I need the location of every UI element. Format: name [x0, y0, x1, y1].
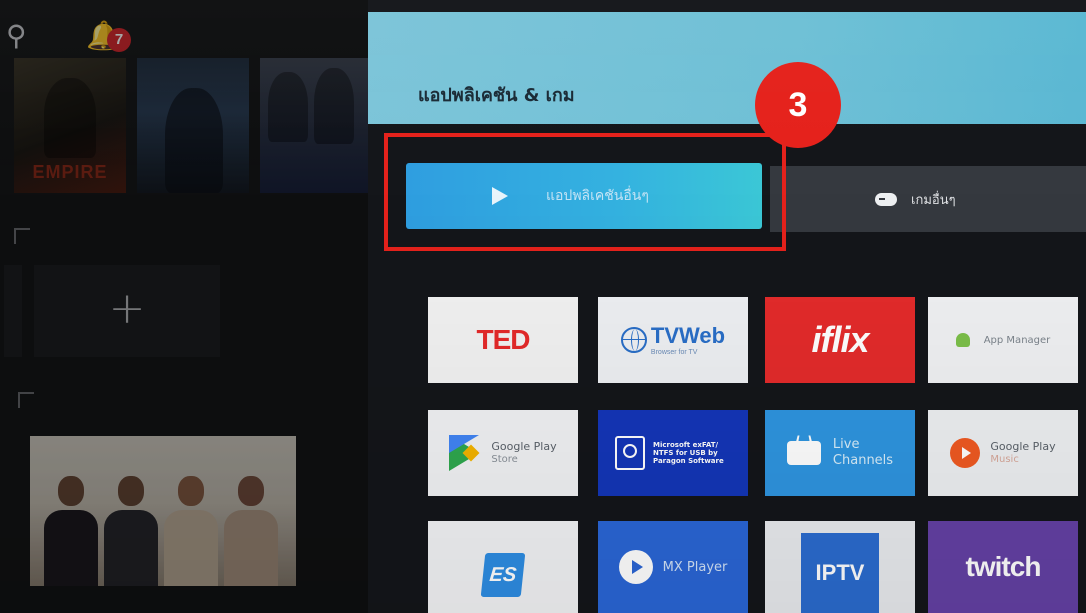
person-head [58, 476, 84, 506]
section-bracket [14, 228, 30, 244]
person [164, 476, 218, 586]
search-icon[interactable]: ⚲ [6, 22, 27, 50]
person [44, 476, 98, 586]
app-tile-tvweb[interactable]: TVWeb Browser for TV [598, 297, 748, 383]
app-label: TVWeb [650, 322, 726, 348]
app-tile-google-play-store[interactable]: Google Play Store [428, 410, 578, 496]
poster-figure [314, 68, 354, 144]
step-badge: 3 [755, 62, 841, 148]
app-tile-es-file-explorer[interactable]: ES [428, 521, 578, 613]
app-tile-google-play-music[interactable]: Google Play Music [928, 410, 1078, 496]
app-tile-app-manager[interactable]: App Manager [928, 297, 1078, 383]
app-label: Google Play [990, 440, 1056, 454]
app-text-group: Google Play Music [990, 440, 1055, 465]
person-head [178, 476, 204, 506]
app-tile-iflix[interactable]: iflix [765, 297, 915, 383]
app-label: Google Play [491, 440, 557, 454]
person-body [44, 510, 98, 586]
app-label: Live [832, 437, 860, 453]
person [224, 476, 278, 586]
app-sublabel: Music [990, 453, 1019, 465]
home-panel: ⚲ 🔔 7 EMPIRE + [0, 0, 368, 613]
person-body [224, 510, 278, 586]
google-play-icon [449, 435, 480, 471]
app-label: TED [476, 324, 531, 355]
other-games-label: เกมอื่นๆ [911, 192, 956, 208]
tvweb-text-group: TVWeb Browser for TV [650, 322, 726, 356]
globe-icon [620, 327, 647, 353]
android-icon [955, 333, 970, 347]
poster-movie-2[interactable] [137, 58, 249, 193]
app-text-group: Live Channels [833, 437, 893, 468]
es-icon: ES [480, 553, 526, 597]
annotation-highlight-box [384, 133, 786, 251]
plus-icon: + [108, 283, 146, 334]
app-tile-iptv[interactable]: IPTV [765, 521, 915, 613]
app-tile-ted[interactable]: TED [428, 297, 578, 383]
tile-edge [4, 265, 22, 357]
paragon-icon [615, 436, 645, 470]
tv-screen: ⚲ 🔔 7 EMPIRE + แอปพลิเคชัน & เกม แอปพลิเ… [0, 0, 1086, 613]
section-bracket [18, 392, 34, 408]
app-label: MX Player [662, 559, 728, 575]
app-label: iflix [811, 319, 869, 360]
iptv-logo: IPTV [801, 533, 879, 613]
tvweb-logo: TVWeb Browser for TV [620, 322, 726, 356]
person [104, 476, 158, 586]
app-tile-mx-player[interactable]: MX Player [598, 521, 748, 613]
tv-icon [786, 441, 821, 465]
app-sublabel: Store [491, 453, 518, 465]
app-tile-paragon-ntfs[interactable]: Microsoft exFAT/ NTFS for USB by Paragon… [598, 410, 748, 496]
app-label: twitch [965, 551, 1042, 582]
person-head [118, 476, 144, 506]
poster-figure [268, 72, 308, 142]
panel-title: แอปพลิเคชัน & เกม [418, 85, 575, 106]
app-label: App Manager [983, 334, 1051, 346]
app-tile-twitch[interactable]: twitch [928, 521, 1078, 613]
person-head [238, 476, 264, 506]
app-sublabel: Channels [832, 453, 894, 468]
app-sublabel: Browser for TV [650, 348, 698, 356]
notification-badge: 7 [107, 28, 131, 52]
person-body [164, 510, 218, 586]
app-tile-live-channels[interactable]: Live Channels [765, 410, 915, 496]
poster-figure [44, 78, 96, 158]
gamepad-icon [875, 192, 897, 206]
person-body [104, 510, 158, 586]
mx-play-icon [618, 550, 653, 584]
other-games-button[interactable]: เกมอื่นๆ [770, 166, 1086, 232]
add-app-tile[interactable]: + [34, 265, 220, 357]
app-label: Microsoft exFAT/ NTFS for USB by Paragon… [653, 440, 724, 466]
poster-title: EMPIRE [32, 162, 108, 182]
poster-empire[interactable]: EMPIRE [14, 58, 126, 193]
app-text-group: Google Play Store [491, 440, 556, 465]
featured-photo-tile[interactable] [30, 436, 296, 586]
poster-movie-3[interactable] [260, 58, 368, 193]
google-play-music-icon [950, 438, 981, 468]
poster-figure [165, 88, 223, 193]
